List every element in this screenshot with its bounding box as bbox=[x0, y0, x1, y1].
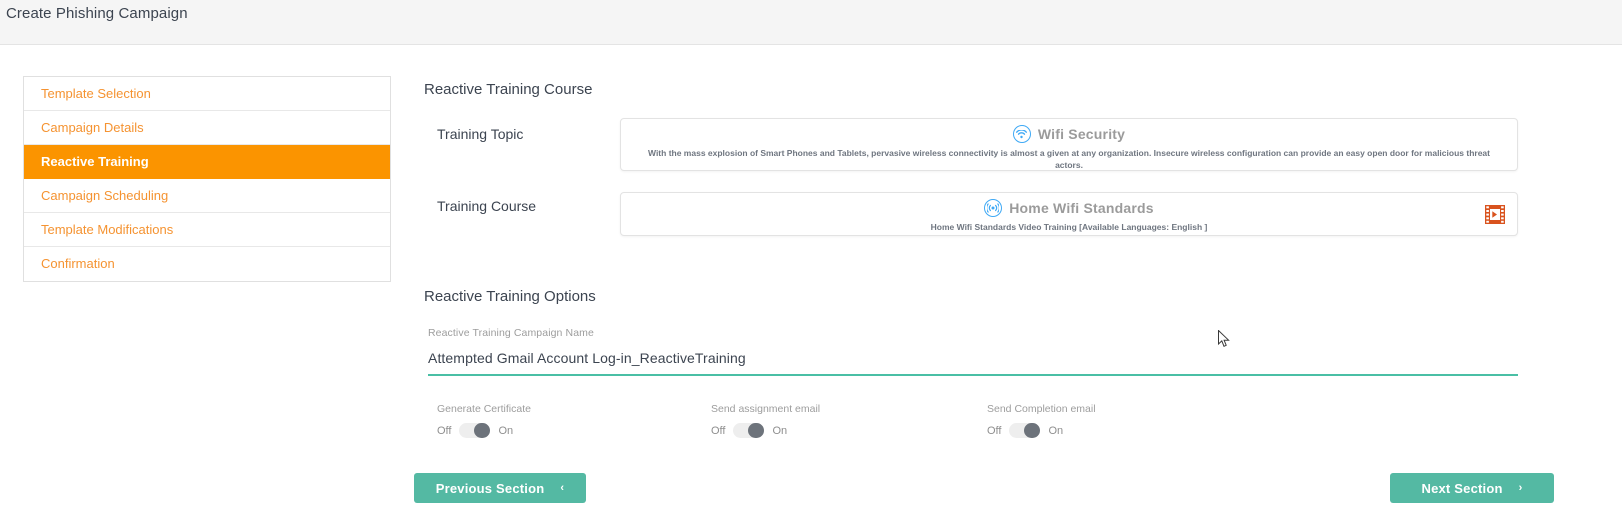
wifi-icon bbox=[1012, 125, 1031, 143]
training-topic-name: Wifi Security bbox=[1037, 126, 1126, 142]
training-topic-description: With the mass explosion of Smart Phones … bbox=[648, 148, 1490, 170]
send-completion-email-toggle-group: Send Completion email Off On bbox=[987, 403, 1096, 438]
broadcast-icon bbox=[984, 199, 1003, 217]
chevron-right-icon: › bbox=[1518, 482, 1523, 494]
training-course-card[interactable]: Home Wifi Standards Home Wifi Standards … bbox=[620, 192, 1518, 236]
training-course-description: Home Wifi Standards Video Training [Avai… bbox=[930, 222, 1208, 232]
chevron-left-icon: ‹ bbox=[560, 482, 565, 494]
switch-knob bbox=[474, 423, 491, 438]
section-title-reactive-training-course: Reactive Training Course bbox=[424, 81, 593, 98]
training-course-label: Training Course bbox=[437, 198, 537, 214]
sidebar-item-campaign-scheduling[interactable]: Campaign Scheduling bbox=[24, 179, 390, 213]
sidebar-item-reactive-training[interactable]: Reactive Training bbox=[24, 145, 390, 179]
campaign-name-input[interactable]: Attempted Gmail Account Log-in_ReactiveT… bbox=[428, 350, 1518, 376]
send-assignment-email-switch[interactable] bbox=[733, 423, 765, 438]
training-topic-card-header: Wifi Security bbox=[621, 122, 1517, 146]
campaign-name-caption: Reactive Training Campaign Name bbox=[428, 327, 594, 339]
send-completion-email-on-label: On bbox=[1048, 424, 1064, 437]
wizard-step-nav: Template Selection Campaign Details Reac… bbox=[23, 76, 391, 282]
generate-certificate-caption: Generate Certificate bbox=[437, 403, 531, 415]
generate-certificate-off-label: Off bbox=[437, 424, 452, 437]
video-film-icon[interactable] bbox=[1485, 205, 1505, 224]
sidebar-item-campaign-details[interactable]: Campaign Details bbox=[24, 111, 390, 145]
section-title-reactive-training-options: Reactive Training Options bbox=[424, 288, 596, 305]
next-section-label: Next Section bbox=[1421, 480, 1503, 496]
switch-knob bbox=[1024, 423, 1041, 438]
generate-certificate-switch[interactable] bbox=[459, 423, 491, 438]
send-completion-email-caption: Send Completion email bbox=[987, 403, 1096, 415]
switch-knob bbox=[748, 423, 765, 438]
send-assignment-email-toggle-group: Send assignment email Off On bbox=[711, 403, 820, 438]
send-assignment-email-caption: Send assignment email bbox=[711, 403, 821, 415]
send-assignment-email-off-label: Off bbox=[711, 424, 726, 437]
generate-certificate-toggle-group: Generate Certificate Off On bbox=[437, 403, 531, 438]
page-title: Create Phishing Campaign bbox=[6, 5, 188, 22]
generate-certificate-row: Off On bbox=[437, 423, 531, 438]
send-completion-email-switch[interactable] bbox=[1009, 423, 1041, 438]
generate-certificate-on-label: On bbox=[498, 424, 514, 437]
training-topic-label: Training Topic bbox=[437, 126, 524, 142]
previous-section-label: Previous Section bbox=[435, 480, 545, 496]
send-assignment-email-on-label: On bbox=[772, 424, 788, 437]
send-assignment-email-row: Off On bbox=[711, 423, 820, 438]
next-section-button[interactable]: Next Section › bbox=[1390, 473, 1554, 503]
send-completion-email-off-label: Off bbox=[987, 424, 1002, 437]
sidebar-item-confirmation[interactable]: Confirmation bbox=[24, 247, 390, 281]
training-course-name: Home Wifi Standards bbox=[1009, 200, 1154, 216]
training-topic-card[interactable]: Wifi Security With the mass explosion of… bbox=[620, 118, 1518, 171]
app-header: Create Phishing Campaign bbox=[0, 0, 1622, 45]
sidebar-item-template-selection[interactable]: Template Selection bbox=[24, 77, 390, 111]
send-completion-email-row: Off On bbox=[987, 423, 1096, 438]
previous-section-button[interactable]: Previous Section ‹ bbox=[414, 473, 586, 503]
training-course-card-header: Home Wifi Standards bbox=[621, 196, 1517, 220]
sidebar-item-template-modifications[interactable]: Template Modifications bbox=[24, 213, 390, 247]
campaign-name-group: Reactive Training Campaign Name Attempte… bbox=[428, 327, 1518, 376]
